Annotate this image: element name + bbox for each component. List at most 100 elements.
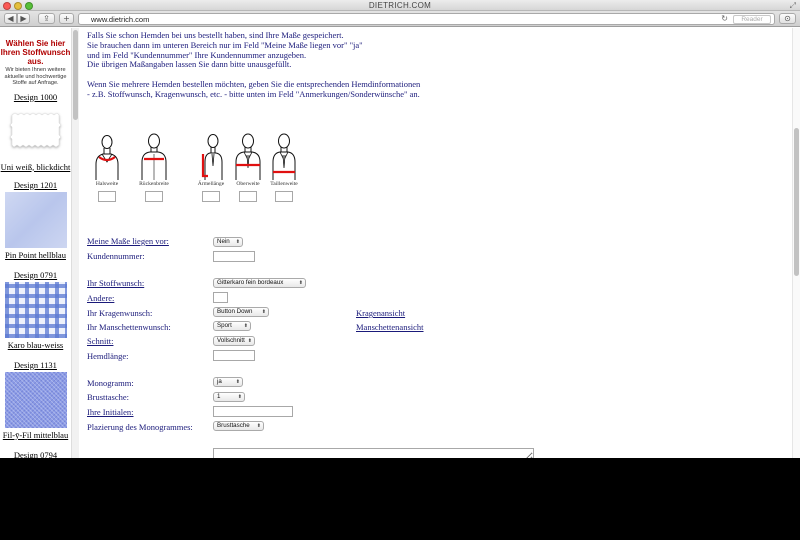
anmerkungen-textarea[interactable]: [213, 448, 534, 458]
design-link-1000[interactable]: Design 1000: [0, 92, 71, 102]
platzierung-label: Plazierung des Monogrammes:: [87, 422, 193, 432]
fabric-name-1000[interactable]: Uni weiß, blickdicht: [0, 162, 71, 172]
oberweite-input[interactable]: [239, 191, 257, 202]
oberweite-label: Oberweite: [236, 181, 260, 187]
kundennummer-label: Kundennummer:: [87, 251, 145, 261]
select-arrow-icon: ⬍: [261, 309, 266, 315]
select-arrow-icon: ⬍: [235, 239, 240, 245]
select-arrow-icon: ⬍: [247, 338, 252, 344]
aermellaenge-input[interactable]: [202, 191, 220, 202]
fabric-swatch-check[interactable]: [4, 281, 67, 338]
oberweite-figure-icon: [235, 133, 261, 180]
taillenweite-input[interactable]: [275, 191, 293, 202]
sidebar-scrollbar[interactable]: [71, 28, 79, 458]
measure-rueckenbreite: Rückenbreite: [136, 132, 172, 202]
design-link-0791[interactable]: Design 0791: [0, 270, 71, 280]
manschetten-value: Sport: [217, 322, 232, 329]
stoff-select[interactable]: Gitterkaro fein bordeaux ⬍: [213, 278, 306, 288]
fabric-swatch-lightblue[interactable]: [4, 191, 67, 248]
andere-input[interactable]: [213, 292, 228, 303]
schnitt-select[interactable]: Vollschnitt ⬍: [213, 336, 255, 346]
order-form-content: Falls Sie schon Hemden bei uns bestellt …: [80, 28, 790, 458]
fabric-name-1131[interactable]: Fil-ȳ-Fil mittelblau: [0, 430, 71, 440]
fabric-swatch-filfil[interactable]: [4, 371, 67, 428]
monogramm-select[interactable]: ja ⬍: [213, 377, 243, 387]
masse-label[interactable]: Meine Maße liegen vor:: [87, 236, 169, 246]
browser-window: DIETRICH.COM ⤢ ◀ ▶ ⇪ + www.dietrich.com …: [0, 0, 800, 458]
fabric-name-0791[interactable]: Karo blau-weiss: [0, 340, 71, 350]
sidebar-heading: Wählen Sie hier Ihren Stoffwunsch aus.: [0, 39, 71, 66]
title-bar: DIETRICH.COM ⤢: [0, 0, 800, 11]
brusttasche-value: 1: [217, 393, 221, 400]
back-button[interactable]: ◀: [4, 13, 17, 24]
select-arrow-icon: ⬍: [256, 423, 261, 429]
measure-taillenweite: Taillenweite: [266, 132, 302, 202]
url-text: www.dietrich.com: [91, 15, 150, 24]
rueckenbreite-figure-icon: [141, 133, 167, 180]
design-link-0794[interactable]: Design 0794: [0, 450, 71, 459]
kundennummer-input[interactable]: [213, 251, 255, 262]
kragen-select[interactable]: Button Down ⬍: [213, 307, 269, 317]
select-arrow-icon: ⬍: [243, 323, 248, 329]
rueckenbreite-input[interactable]: [145, 191, 163, 202]
measure-oberweite: Oberweite: [230, 132, 266, 202]
manschetten-label: Ihr Manschettenwunsch:: [87, 322, 171, 332]
fullscreen-icon[interactable]: ⤢: [790, 1, 796, 11]
masse-value: Nein: [217, 238, 230, 245]
measure-aermellaenge: Ärmellänge: [193, 132, 229, 202]
manschettenansicht-link[interactable]: Manschettenansicht: [356, 322, 424, 332]
manschetten-select[interactable]: Sport ⬍: [213, 321, 251, 331]
stoff-value: Gitterkaro fein bordeaux: [217, 279, 284, 286]
masse-select[interactable]: Nein ⬍: [213, 237, 243, 247]
monogramm-value: ja: [217, 378, 222, 385]
new-tab-button[interactable]: +: [59, 13, 74, 24]
kragen-value: Button Down: [217, 308, 253, 315]
intro-paragraph-1: Falls Sie schon Hemden bei uns bestellt …: [87, 30, 363, 70]
downloads-button[interactable]: ⊙: [779, 13, 796, 24]
sidebar-scroll-thumb[interactable]: [73, 30, 78, 120]
measure-halsweite: Halsweite: [89, 132, 125, 202]
initialen-input[interactable]: [213, 406, 293, 417]
fabric-name-1201[interactable]: Pin Point hellblau: [0, 250, 71, 260]
share-button[interactable]: ⇪: [38, 13, 55, 24]
address-bar[interactable]: www.dietrich.com ↻ Reader: [78, 13, 775, 25]
monogramm-label: Monogramm:: [87, 378, 134, 388]
fabric-sidebar: Wählen Sie hier Ihren Stoffwunsch aus. W…: [0, 28, 71, 458]
select-arrow-icon: ⬍: [237, 394, 242, 400]
select-arrow-icon: ⬍: [235, 379, 240, 385]
page-scroll-thumb[interactable]: [794, 128, 799, 276]
reader-button[interactable]: Reader: [733, 15, 771, 24]
initialen-label[interactable]: Ihre Initialen:: [87, 407, 134, 417]
select-arrow-icon: ⬍: [298, 280, 303, 286]
halsweite-figure-icon: [95, 135, 119, 180]
schnitt-label[interactable]: Schnitt:: [87, 336, 113, 346]
hemdlaenge-input[interactable]: [213, 350, 255, 361]
andere-label[interactable]: Andere:: [87, 293, 114, 303]
window-title: DIETRICH.COM: [368, 1, 432, 10]
forward-button[interactable]: ▶: [17, 13, 30, 24]
kragenansicht-link[interactable]: Kragenansicht: [356, 308, 405, 318]
page-scrollbar[interactable]: [792, 28, 800, 458]
aermellaenge-label: Ärmellänge: [197, 181, 225, 187]
fabric-swatch-white[interactable]: [5, 104, 67, 160]
intro-line: - z.B. Stoffwunsch, Kragenwunsch, etc. -…: [87, 88, 420, 99]
browser-toolbar: ◀ ▶ ⇪ + www.dietrich.com ↻ Reader ⊙: [0, 11, 800, 27]
brusttasche-select[interactable]: 1 ⬍: [213, 392, 245, 402]
taillenweite-figure-icon: [272, 133, 296, 180]
sidebar-subtext: Wir bieten Ihnen weitere aktuelle und ho…: [4, 67, 67, 86]
stoff-label[interactable]: Ihr Stoffwunsch:: [87, 278, 144, 288]
schnitt-value: Vollschnitt: [217, 337, 245, 344]
halsweite-input[interactable]: [98, 191, 116, 202]
reload-icon[interactable]: ↻: [721, 14, 728, 23]
intro-paragraph-2: Wenn Sie mehrere Hemden bestellen möchte…: [87, 79, 420, 100]
intro-line: Die übrigen Maßangaben lassen Sie dann b…: [87, 59, 292, 70]
design-link-1201[interactable]: Design 1201: [0, 180, 71, 190]
design-link-1131[interactable]: Design 1131: [0, 360, 71, 370]
taillenweite-label: Taillenweite: [270, 181, 298, 187]
platzierung-select[interactable]: Brusttasche ⬍: [213, 421, 264, 431]
brusttasche-label: Brusttasche:: [87, 392, 130, 402]
halsweite-label: Halsweite: [95, 181, 119, 187]
kragen-label: Ihr Kragenwunsch:: [87, 308, 153, 318]
hemdlaenge-label: Hemdlänge:: [87, 351, 129, 361]
aermellaenge-figure-icon: [201, 134, 223, 180]
